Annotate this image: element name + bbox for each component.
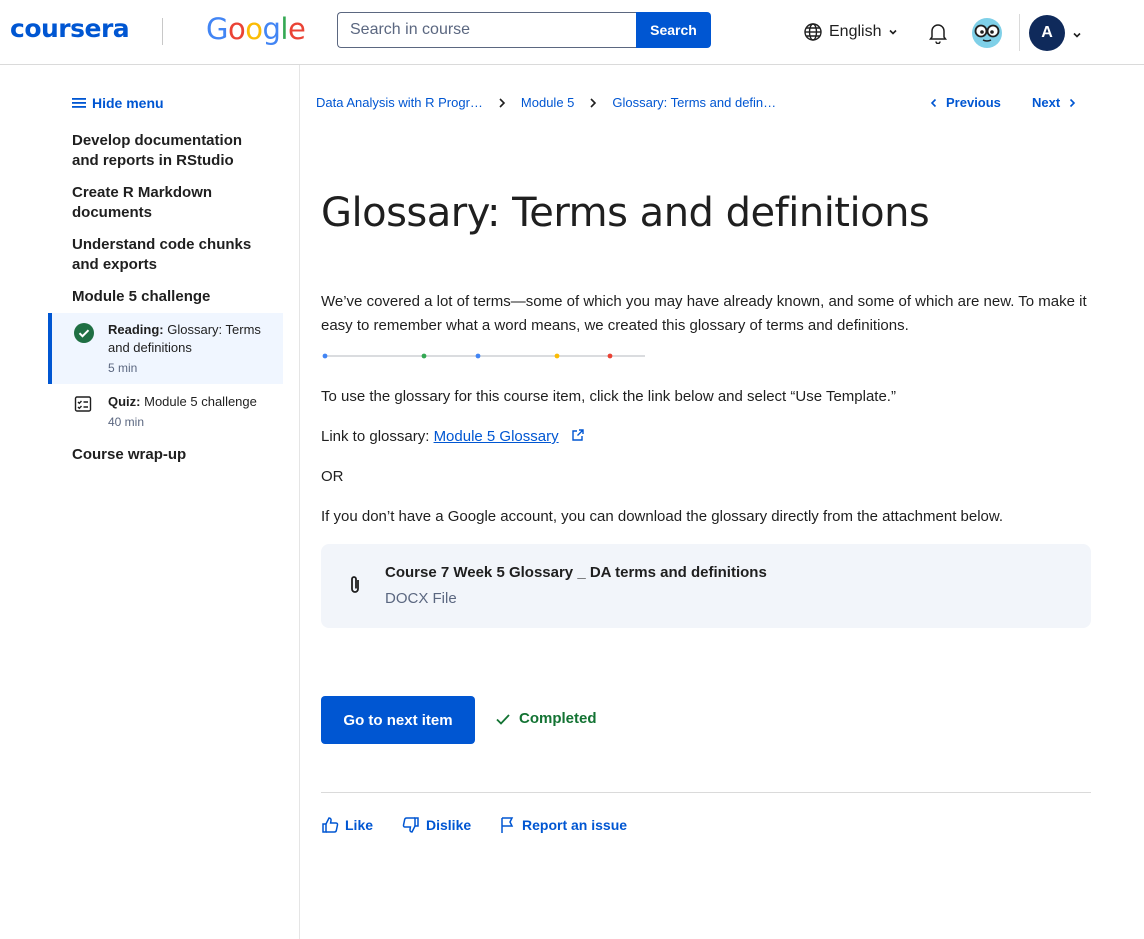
coach-avatar[interactable] (971, 17, 1003, 54)
chevron-right-icon (1070, 98, 1076, 107)
glossary-link-paragraph: Link to glossary: Module 5 Glossary (321, 425, 1091, 449)
thumbs-up-icon (322, 817, 339, 833)
bell-icon (929, 24, 947, 45)
divider-dot (554, 353, 560, 359)
robot-glasses-icon (972, 18, 1002, 48)
go-to-next-item-button[interactable]: Go to next item (321, 696, 475, 744)
globe-icon (804, 23, 822, 41)
sidebar-item-duration: 5 min (108, 361, 138, 375)
divider-dot (421, 353, 427, 359)
breadcrumb-course[interactable]: Data Analysis with R Progr… (316, 95, 483, 110)
sidebar-item-label: Reading: Glossary: Terms and definitions (108, 322, 261, 355)
divider-dot (475, 353, 481, 359)
paperclip-icon (347, 574, 363, 601)
user-avatar[interactable]: A (1029, 15, 1065, 51)
chevron-left-icon (930, 98, 937, 107)
divider-dot (607, 353, 613, 359)
download-paragraph: If you don’t have a Google account, you … (321, 508, 1004, 525)
previous-button[interactable]: Previous (930, 95, 1001, 110)
flag-icon (501, 817, 514, 833)
attachment-name: Course 7 Week 5 Glossary _ DA terms and … (385, 564, 767, 581)
attachment-card[interactable]: Course 7 Week 5 Glossary _ DA terms and … (321, 544, 1091, 628)
decorative-divider (322, 353, 645, 359)
logo-divider (162, 18, 163, 45)
hide-menu-button[interactable]: Hide menu (72, 95, 164, 111)
next-label: Next (1032, 95, 1061, 110)
sidebar-section-module-challenge[interactable]: Module 5 challenge (72, 287, 272, 307)
sidebar-section-course-wrap-up[interactable]: Course wrap-up (72, 445, 272, 465)
like-button[interactable]: Like (321, 816, 373, 834)
sidebar-item-glossary-reading[interactable]: Reading: Glossary: Terms and definitions… (48, 313, 283, 384)
sidebar-item-quiz[interactable]: Quiz: Module 5 challenge 40 min (48, 385, 283, 435)
completed-label: Completed (519, 710, 597, 727)
external-link-icon (572, 429, 584, 441)
report-label: Report an issue (522, 817, 628, 833)
report-issue-button[interactable]: Report an issue (500, 816, 627, 834)
header-separator (1019, 14, 1020, 51)
footer-divider (321, 792, 1091, 793)
completed-status: Completed (495, 710, 597, 727)
link-prefix: Link to glossary: (321, 428, 434, 445)
chevron-down-icon (889, 29, 898, 35)
completed-check-icon (74, 323, 94, 348)
google-logo[interactable]: Google (206, 12, 306, 46)
chevron-right-icon (588, 97, 598, 109)
sidebar-section-rmarkdown[interactable]: Create R Markdown documents (72, 183, 272, 223)
divider-dot (322, 353, 328, 359)
language-label: English (829, 23, 882, 40)
page-title: Glossary: Terms and definitions (321, 190, 930, 236)
intro-paragraph: We’ve covered a lot of terms—some of whi… (321, 293, 1087, 334)
notifications-button[interactable] (928, 22, 948, 49)
hide-menu-label: Hide menu (92, 95, 164, 111)
instruction-paragraph: To use the glossary for this course item… (321, 388, 896, 405)
search-input[interactable] (337, 12, 637, 48)
account-menu-toggle[interactable] (1071, 28, 1083, 46)
checkmark-icon (496, 713, 510, 725)
hamburger-icon (72, 98, 86, 108)
like-label: Like (345, 817, 374, 833)
language-selector[interactable]: English (803, 22, 899, 42)
thumbs-down-icon (402, 817, 419, 833)
glossary-link[interactable]: Module 5 Glossary (434, 428, 559, 445)
dislike-label: Dislike (426, 817, 472, 833)
breadcrumb-current-item[interactable]: Glossary: Terms and defin… (612, 95, 776, 110)
coursera-logo[interactable]: coursera (10, 14, 130, 43)
attachment-type: DOCX File (385, 590, 457, 607)
dislike-button[interactable]: Dislike (402, 816, 471, 834)
sidebar-section-code-chunks[interactable]: Understand code chunks and exports (72, 235, 272, 275)
quiz-icon (74, 395, 92, 418)
chevron-down-icon (1073, 32, 1081, 38)
sidebar-item-duration: 40 min (108, 415, 145, 429)
next-button[interactable]: Next (1032, 95, 1076, 110)
sidebar-section-documentation[interactable]: Develop documentation and reports in RSt… (72, 131, 272, 171)
chevron-right-icon (497, 97, 507, 109)
top-header: coursera Google Search English A (0, 0, 1144, 65)
course-sidebar: Hide menu Develop documentation and repo… (0, 65, 300, 939)
search-button[interactable]: Search (636, 12, 711, 48)
breadcrumb-module[interactable]: Module 5 (521, 95, 574, 110)
previous-label: Previous (946, 95, 1001, 110)
sidebar-item-label: Quiz: Module 5 challenge (108, 394, 257, 409)
or-text: OR (321, 468, 344, 485)
breadcrumb: Data Analysis with R Progr… Module 5 Glo… (316, 95, 776, 110)
